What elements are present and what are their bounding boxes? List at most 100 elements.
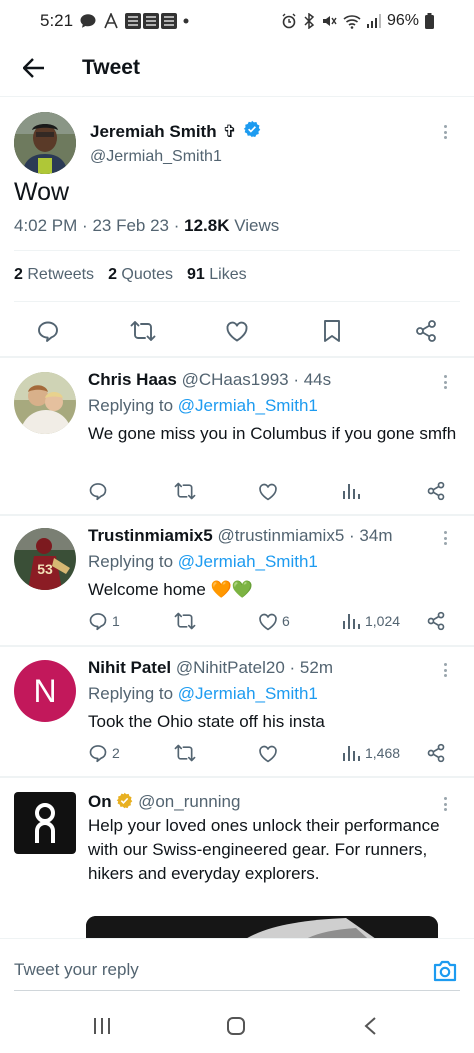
like-heart-icon[interactable] xyxy=(258,478,282,504)
bookmark-icon[interactable] xyxy=(315,314,349,348)
views-chart-icon[interactable] xyxy=(343,478,365,504)
reply-avatar[interactable]: N xyxy=(14,660,76,722)
page-title: Tweet xyxy=(82,56,140,79)
more-options-icon[interactable] xyxy=(438,528,452,548)
retweet-icon[interactable] xyxy=(174,740,196,766)
reply-action-bar: 1 6 1,024 xyxy=(88,608,460,634)
share-icon[interactable] xyxy=(426,740,446,766)
share-icon[interactable] xyxy=(409,314,443,348)
tweet-time: 4:02 PM xyxy=(14,216,78,235)
on-running-logo[interactable] xyxy=(14,792,76,854)
more-options-icon[interactable] xyxy=(438,122,452,142)
header-divider xyxy=(0,96,474,97)
share-icon[interactable] xyxy=(426,478,446,504)
reply-action-bar: 2 1,468 xyxy=(88,740,460,766)
reply-tweet[interactable]: Chris Haas @CHaas1993 · 44s Replying to … xyxy=(0,364,474,514)
reply-text: Welcome home 🧡💚 xyxy=(88,580,253,599)
tweet-action-bar xyxy=(0,314,474,348)
meta-divider xyxy=(14,250,460,251)
reply-icon[interactable] xyxy=(31,314,65,348)
chat-bubble-icon xyxy=(79,12,97,30)
ad-author-name[interactable]: On xyxy=(88,792,112,811)
reply-author-handle[interactable]: @CHaas1993 xyxy=(182,370,289,389)
retweet-icon[interactable] xyxy=(126,314,160,348)
back-arrow-icon[interactable] xyxy=(14,48,54,88)
likes-stat[interactable]: 91 Likes xyxy=(187,266,247,284)
author-display-name: Jeremiah Smith xyxy=(90,121,217,141)
reply-text: We gone miss you in Columbus if you gone… xyxy=(88,424,457,443)
reply-input[interactable]: Tweet your reply xyxy=(14,960,139,980)
battery-icon xyxy=(425,13,434,29)
promoted-tweet[interactable]: On @on_running Help your loved ones unlo… xyxy=(0,778,474,938)
retweets-stat[interactable]: 2 Retweets xyxy=(14,266,94,284)
views-count[interactable]: 12.8K xyxy=(184,216,229,235)
like-heart-icon[interactable] xyxy=(220,314,254,348)
author-handle[interactable]: @Jermiah_Smith1 xyxy=(90,148,222,166)
section-divider xyxy=(0,356,474,358)
reply-header: Trustinmiamix5 @trustinmiamix5 · 34m xyxy=(88,526,393,546)
retweet-icon[interactable] xyxy=(174,478,196,504)
replying-to: Replying to @Jermiah_Smith1 xyxy=(88,396,318,415)
camera-icon[interactable] xyxy=(432,958,458,984)
like-heart-icon[interactable] xyxy=(258,740,282,766)
replying-to-link[interactable]: @Jermiah_Smith1 xyxy=(178,684,318,703)
views-chart-icon[interactable]: 1,024 xyxy=(343,608,400,634)
more-notifications-dot-icon xyxy=(183,18,189,24)
replying-to-link[interactable]: @Jermiah_Smith1 xyxy=(178,552,318,571)
reply-count: 2 xyxy=(112,745,120,761)
reply-avatar[interactable]: 53 xyxy=(14,528,76,590)
tweet-text: Wow xyxy=(14,178,70,206)
reply-author-name[interactable]: Trustinmiamix5 xyxy=(88,526,213,545)
mute-icon xyxy=(321,13,337,29)
reply-icon[interactable]: 1 xyxy=(88,608,120,634)
share-icon[interactable] xyxy=(426,608,446,634)
reply-author-handle[interactable]: @NihitPatel20 xyxy=(176,658,285,677)
reply-tweet[interactable]: 53 Trustinmiamix5 @trustinmiamix5 · 34m … xyxy=(0,520,474,644)
alarm-icon xyxy=(281,13,297,29)
tweet-meta: 4:02 PM · 23 Feb 23 · 12.8K Views xyxy=(14,216,280,235)
section-divider xyxy=(0,645,474,647)
view-count: 1,468 xyxy=(365,745,401,761)
ad-text: Help your loved ones unlock their perfor… xyxy=(88,816,440,883)
reply-count: 1 xyxy=(112,613,120,629)
cross-emoji: ✞ xyxy=(222,121,237,141)
reply-author-name[interactable]: Chris Haas xyxy=(88,370,177,389)
reply-author-handle[interactable]: @trustinmiamix5 xyxy=(217,526,344,545)
reply-tweet[interactable]: N Nihit Patel @NihitPatel20 · 52m Replyi… xyxy=(0,652,474,776)
reply-time: · 34m xyxy=(349,526,393,545)
back-nav-icon[interactable] xyxy=(358,1014,382,1038)
recent-apps-icon[interactable] xyxy=(90,1014,114,1038)
reply-icon[interactable] xyxy=(88,478,112,504)
author-avatar[interactable] xyxy=(14,112,76,174)
more-options-icon[interactable] xyxy=(438,372,452,392)
reply-underline xyxy=(14,990,460,991)
ad-media-image[interactable] xyxy=(86,916,438,938)
replying-to-link[interactable]: @Jermiah_Smith1 xyxy=(178,396,318,415)
home-icon[interactable] xyxy=(224,1014,248,1038)
reply-author-name[interactable]: Nihit Patel xyxy=(88,658,171,677)
reply-composer-bar: Tweet your reply xyxy=(0,938,474,992)
like-heart-icon[interactable]: 6 xyxy=(258,608,290,634)
view-count: 1,024 xyxy=(365,613,401,629)
reply-time: · 52m xyxy=(289,658,333,677)
gold-verified-badge-icon xyxy=(116,792,133,814)
svg-text:53: 53 xyxy=(37,561,53,577)
quotes-stat[interactable]: 2 Quotes xyxy=(108,266,173,284)
reply-avatar[interactable] xyxy=(14,372,76,434)
views-label[interactable]: Views xyxy=(234,216,279,235)
more-options-icon[interactable] xyxy=(438,660,452,680)
tweet-date: 23 Feb 23 xyxy=(92,216,169,235)
views-chart-icon[interactable]: 1,468 xyxy=(343,740,400,766)
retweet-icon[interactable] xyxy=(174,608,196,634)
status-bar: 5:21 96% xyxy=(0,0,474,42)
reply-icon[interactable]: 2 xyxy=(88,740,120,766)
bluetooth-icon xyxy=(303,13,315,29)
wifi-icon xyxy=(343,13,361,29)
more-options-icon[interactable] xyxy=(438,794,452,814)
author-name[interactable]: Jeremiah Smith ✞ xyxy=(90,120,261,143)
status-time: 5:21 xyxy=(40,11,74,30)
system-navigation-bar xyxy=(0,998,474,1053)
reply-header: Nihit Patel @NihitPatel20 · 52m xyxy=(88,658,333,678)
like-count: 6 xyxy=(282,613,290,629)
ad-author-handle[interactable]: @on_running xyxy=(138,792,240,811)
